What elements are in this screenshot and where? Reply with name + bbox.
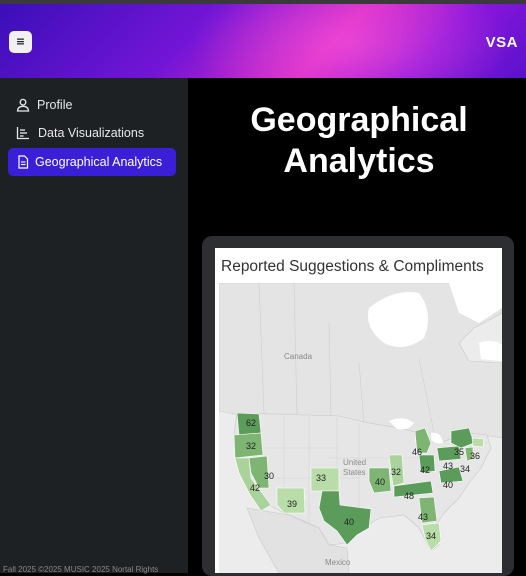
value-label-or: 32	[246, 441, 256, 451]
app-header: ≡ VSA	[0, 4, 526, 78]
value-label-ga: 43	[418, 512, 428, 522]
state-ma[interactable]	[471, 437, 485, 448]
brand-logo-text: VSA	[485, 34, 518, 51]
value-label-wa: 62	[246, 418, 256, 428]
map-label-states: States	[343, 468, 366, 477]
bar-chart-icon	[16, 127, 29, 140]
menu-toggle-button[interactable]: ≡	[9, 31, 32, 53]
value-label-nj: 34	[460, 464, 470, 474]
map-label-mexico: Mexico	[325, 558, 351, 567]
header-decoration	[190, 4, 510, 78]
value-label-ny: 35	[454, 447, 464, 457]
sidebar-item-label: Geographical Analytics	[35, 155, 163, 169]
document-icon	[18, 155, 29, 169]
atlantic-water	[479, 340, 502, 361]
value-label-ma: 36	[470, 451, 480, 461]
user-icon	[16, 98, 30, 112]
value-label-nv: 30	[264, 471, 274, 481]
value-label-va: 40	[443, 480, 453, 490]
sidebar-item-profile[interactable]: Profile	[8, 91, 176, 119]
value-label-fl: 34	[426, 531, 436, 541]
value-label-co: 33	[316, 473, 326, 483]
sidebar-item-geographical-analytics[interactable]: Geographical Analytics	[8, 148, 176, 176]
map-label-canada: Canada	[284, 352, 313, 361]
visualization-title: Reported Suggestions & Compliments	[221, 258, 484, 275]
value-label-pa: 43	[443, 461, 453, 471]
sidebar-item-label: Profile	[37, 98, 73, 112]
sidebar: Profile Data Visualizations Geographical…	[0, 78, 188, 573]
sidebar-item-label: Data Visualizations	[38, 126, 145, 140]
tableau-visualization[interactable]: Reported Suggestions & Compliments Canad…	[215, 248, 502, 573]
sidebar-item-data-visualizations[interactable]: Data Visualizations	[8, 119, 176, 147]
map-label-united: United	[343, 458, 366, 467]
value-label-tx: 40	[344, 517, 354, 527]
value-label-mo: 40	[375, 477, 385, 487]
value-label-az: 39	[287, 499, 297, 509]
value-label-il: 32	[391, 467, 401, 477]
value-label-mi: 46	[412, 447, 422, 457]
page-title: Geographical Analytics	[250, 101, 468, 180]
us-state-map[interactable]: Canada United States Mexico 62 32 42 30 …	[219, 283, 502, 573]
value-label-tn: 48	[404, 491, 414, 501]
value-label-ca: 42	[250, 483, 260, 493]
value-label-oh: 42	[420, 465, 430, 475]
